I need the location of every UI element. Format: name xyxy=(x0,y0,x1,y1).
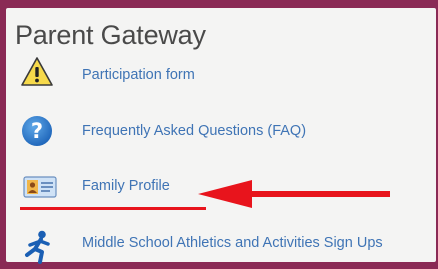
parent-gateway-panel: Parent Gateway Participation form ? Freq… xyxy=(6,8,436,264)
link-participation-form[interactable]: Participation form xyxy=(82,67,195,83)
help-icon: ? xyxy=(21,115,53,152)
warning-icon xyxy=(20,56,54,93)
panel-title: Parent Gateway xyxy=(15,20,206,50)
svg-text:?: ? xyxy=(31,119,43,143)
contact-card-icon xyxy=(23,175,57,204)
highlight-underline xyxy=(20,207,206,210)
red-arrow-annotation xyxy=(196,178,392,215)
link-athletics-sign-ups[interactable]: Middle School Athletics and Activities S… xyxy=(82,235,383,251)
link-family-profile[interactable]: Family Profile xyxy=(82,178,170,194)
runner-icon xyxy=(23,230,53,269)
link-faq[interactable]: Frequently Asked Questions (FAQ) xyxy=(82,123,306,139)
